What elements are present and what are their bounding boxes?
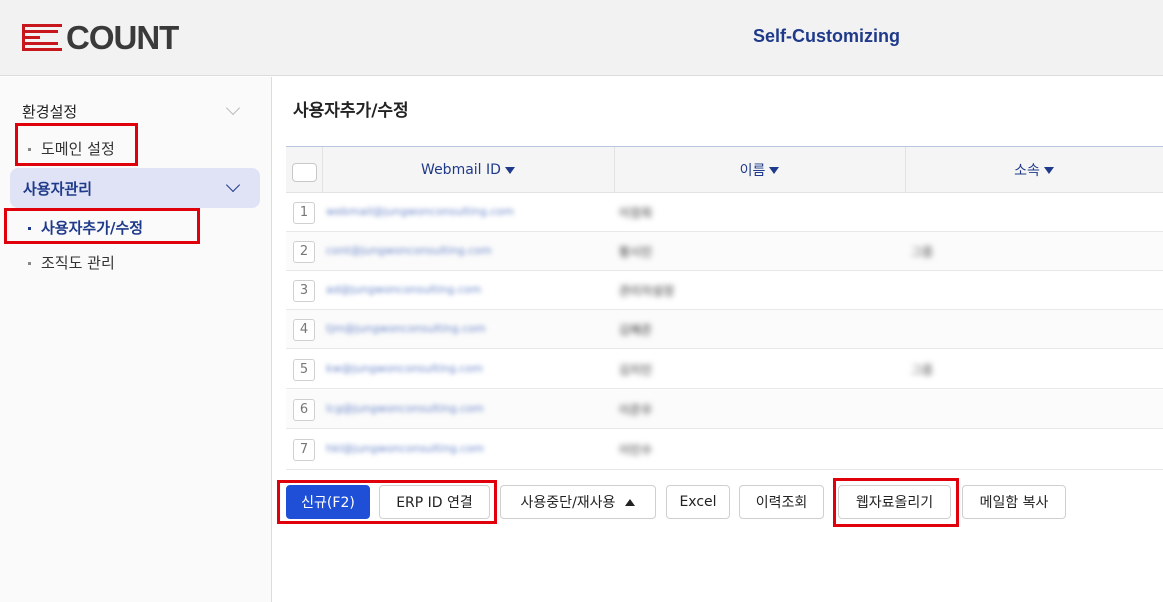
button-label: 사용중단/재사용 (520, 495, 616, 511)
sidebar-item-label: 조직도 관리 (41, 254, 115, 272)
web-upload-button[interactable]: 웹자료올리기 (838, 485, 951, 519)
excel-button[interactable]: Excel (666, 485, 730, 519)
table-row[interactable]: 1 webmail@jungwonconsulting.com 이정희 (286, 193, 1163, 232)
column-header-webmail-id[interactable]: Webmail ID (322, 147, 614, 193)
page-header-title: Self-Customizing (753, 26, 900, 46)
row-name: 황시민 (619, 245, 653, 259)
sidebar-group-users[interactable]: 사용자관리 (10, 168, 260, 208)
row-name: 이준우 (619, 403, 653, 417)
row-email[interactable]: cont@jungwonconsulting.com (326, 244, 492, 257)
sidebar-item-label: 사용자추가/수정 (41, 219, 144, 237)
table-row[interactable]: 4 tjm@jungwonconsulting.com 김혜준 (286, 310, 1163, 349)
sidebar-item-user-add-edit[interactable]: 사용자추가/수정 (28, 217, 143, 238)
page-title: 사용자추가/수정 (293, 101, 409, 121)
row-dept: 그룹 (911, 363, 934, 377)
row-number: 5 (293, 359, 315, 381)
table-row[interactable]: 5 kw@jungwonconsulting.com 김지민 그룹 (286, 350, 1163, 389)
row-email[interactable]: webmail@jungwonconsulting.com (326, 205, 514, 218)
column-header-label: Webmail ID (421, 162, 501, 178)
sort-down-icon (1043, 166, 1054, 174)
history-button[interactable]: 이력조회 (739, 485, 824, 519)
row-name: 관리자설정 (619, 284, 675, 298)
select-all-checkbox[interactable] (292, 163, 317, 182)
table-row[interactable]: 3 ad@jungwonconsulting.com 관리자설정 (286, 271, 1163, 310)
sidebar-group-label: 사용자관리 (23, 180, 93, 198)
row-email[interactable]: lcg@jungwonconsulting.com (326, 402, 484, 415)
bullet-icon (28, 148, 31, 151)
copy-mailbox-button[interactable]: 메일함 복사 (962, 485, 1066, 519)
row-name: 이정희 (619, 206, 653, 220)
sidebar-group-settings[interactable]: 환경설정 (22, 101, 77, 122)
sort-down-icon (504, 166, 515, 174)
table-row[interactable]: 6 lcg@jungwonconsulting.com 이준우 (286, 390, 1163, 429)
table-row[interactable]: 7 hkl@jungwonconsulting.com 이민수 (286, 430, 1163, 470)
row-dept: 그룹 (911, 245, 934, 259)
row-email[interactable]: tjm@jungwonconsulting.com (326, 322, 486, 335)
row-name: 김지민 (619, 363, 653, 377)
row-email[interactable]: hkl@jungwonconsulting.com (326, 442, 484, 455)
new-button[interactable]: 신규(F2) (286, 485, 370, 519)
chevron-down-icon[interactable] (225, 177, 241, 193)
row-email[interactable]: ad@jungwonconsulting.com (326, 283, 481, 296)
row-number: 2 (293, 241, 315, 263)
bullet-icon (28, 262, 31, 265)
row-number: 7 (293, 439, 315, 461)
row-number: 4 (293, 319, 315, 341)
caret-up-icon (625, 498, 636, 506)
app-header: COUNT Self-Customizing (0, 0, 1163, 76)
column-header-name[interactable]: 이름 (614, 147, 905, 193)
sidebar-item-label: 도메인 설정 (41, 140, 115, 158)
row-number: 6 (293, 399, 315, 421)
row-number: 3 (293, 280, 315, 302)
sidebar-item-org-chart[interactable]: 조직도 관리 (28, 252, 115, 273)
sidebar: 환경설정 도메인 설정 사용자관리 사용자추가/수정 조직도 관리 (0, 77, 272, 602)
sort-down-icon (769, 166, 780, 174)
user-table: Webmail ID 이름 소속 1 webmail@jungwonconsul… (286, 146, 1163, 470)
column-header-label: 소속 (1014, 163, 1040, 179)
row-name: 김혜준 (619, 323, 653, 337)
suspend-resume-button[interactable]: 사용중단/재사용 (500, 485, 656, 519)
logo-text: COUNT (66, 19, 179, 56)
erp-id-link-button[interactable]: ERP ID 연결 (379, 485, 490, 519)
chevron-down-icon[interactable] (225, 100, 241, 116)
bullet-icon (28, 227, 31, 230)
ecount-logo[interactable]: COUNT (22, 19, 179, 56)
row-email[interactable]: kw@jungwonconsulting.com (326, 362, 483, 375)
row-name: 이민수 (619, 443, 653, 457)
logo-mark (22, 22, 64, 54)
column-header-label: 이름 (739, 163, 766, 179)
table-header: Webmail ID 이름 소속 (286, 147, 1163, 193)
row-number: 1 (293, 202, 315, 224)
column-header-department[interactable]: 소속 (905, 147, 1163, 193)
table-row[interactable]: 2 cont@jungwonconsulting.com 황시민 그룹 (286, 232, 1163, 271)
sidebar-item-domain-settings[interactable]: 도메인 설정 (28, 138, 115, 159)
